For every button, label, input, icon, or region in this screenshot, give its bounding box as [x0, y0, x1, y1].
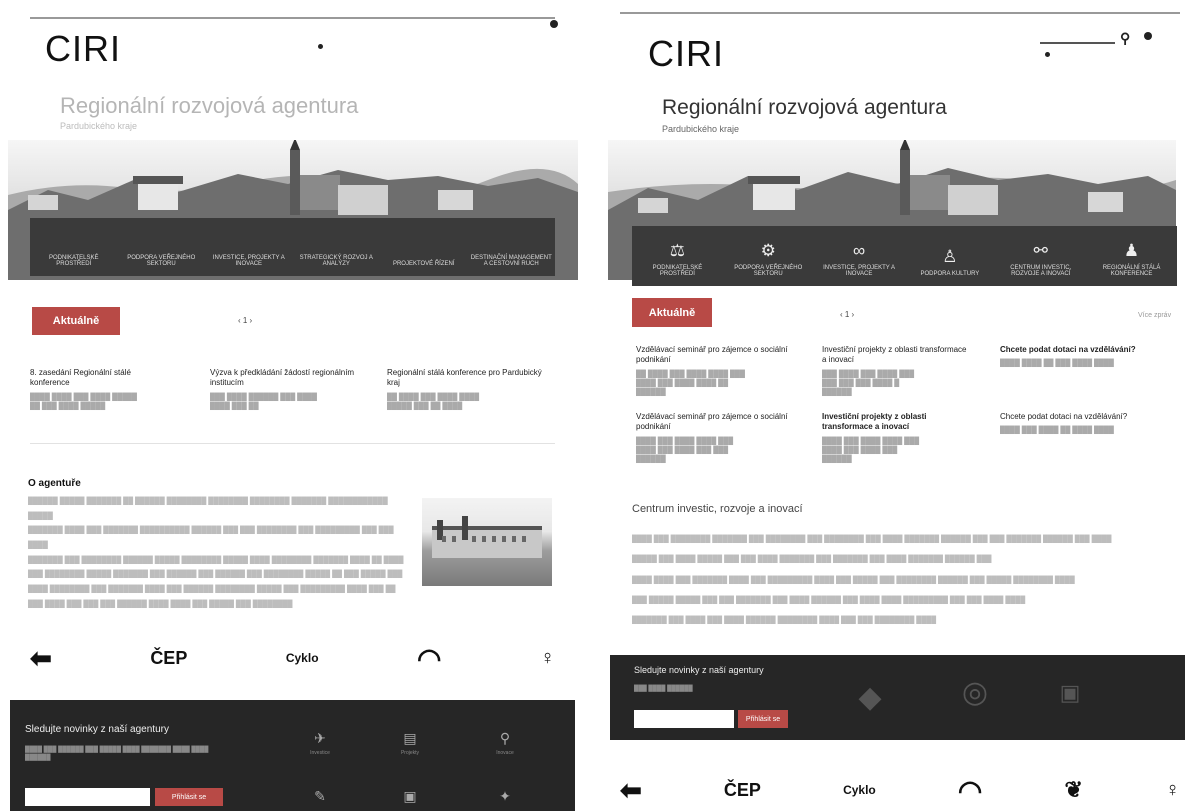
- home-icon[interactable]: [318, 44, 323, 49]
- page-right: ⚲ CIRI Regionální rozvojová agentura Par…: [600, 0, 1185, 811]
- subtitle: Pardubického kraje: [60, 121, 138, 131]
- nav-item-verejny-sektor[interactable]: Podpora veřejného sektoru: [118, 218, 206, 276]
- nav-item-kultura[interactable]: ♙ Podpora kultury: [904, 226, 995, 286]
- user-icon[interactable]: [1144, 32, 1152, 40]
- newsletter-email-input[interactable]: [634, 710, 734, 728]
- people-icon: ♟: [1123, 240, 1140, 260]
- partner-logo[interactable]: ČEP: [150, 648, 187, 669]
- partner-logo[interactable]: ČEP: [724, 780, 761, 801]
- tagline: Regionální rozvojová agentura: [662, 96, 947, 119]
- news-item[interactable]: Výzva k předkládání žádostí regionálním …: [210, 368, 360, 411]
- footer-label[interactable]: Inovace: [455, 750, 555, 756]
- footer-newsletter: Sledujte novinky z naší agentury ███ ███…: [610, 655, 1185, 740]
- footer-title: Sledujte novinky z naší agentury: [25, 724, 169, 735]
- footer-title: Sledujte novinky z naší agentury: [634, 665, 764, 675]
- footer-desc: ███ ████ ██████: [634, 686, 693, 692]
- page-left: CIRI Regionální rozvojová agentura Pardu…: [0, 0, 585, 811]
- partner-logo[interactable]: Cyklo: [843, 783, 876, 797]
- news-item[interactable]: Chcete podat dotaci na vzdělávání? ████ …: [1000, 412, 1175, 435]
- subtitle: Pardubického kraje: [662, 124, 740, 134]
- partner-logo[interactable]: ⬅: [30, 643, 52, 674]
- partner-logos: ⬅ ČEP Cyklo ◠ ❦ ♀: [620, 774, 1180, 807]
- divider: [30, 443, 555, 444]
- news-item[interactable]: 8. zasedání Regionální stálé konference …: [30, 368, 170, 411]
- nav-item-investice[interactable]: Investice, projekty a inovace: [205, 218, 293, 276]
- partner-logo[interactable]: ❦: [1064, 777, 1082, 803]
- news-pager[interactable]: ‹ 1 ›: [840, 310, 854, 319]
- footer-investice-icon[interactable]: ✈: [290, 730, 350, 747]
- home-icon[interactable]: [1045, 52, 1050, 57]
- news-item[interactable]: Regionální stálá konference pro Pardubic…: [387, 368, 547, 411]
- section-text: ████ ███ ████████ ███████ ███ ████████ █…: [632, 536, 1112, 625]
- newsletter-submit-button[interactable]: Přihlásit se: [738, 710, 788, 728]
- search-icon[interactable]: ⚲: [1120, 30, 1130, 47]
- footer-icon[interactable]: ✎: [290, 788, 350, 805]
- news-item[interactable]: Vzdělávací seminář pro zájemce o sociáln…: [636, 345, 796, 397]
- top-border: [30, 17, 555, 19]
- partner-logos: ⬅ ČEP Cyklo ◠ ♀: [30, 638, 555, 678]
- footer-icon[interactable]: ✦: [475, 788, 535, 805]
- logo[interactable]: CIRI: [45, 28, 121, 70]
- more-news-link[interactable]: Více zpráv: [1138, 312, 1171, 319]
- newsletter-email-input[interactable]: [25, 788, 150, 806]
- bell-icon: ♙: [942, 247, 958, 267]
- nav-item-podnikatelske[interactable]: Podnikatelské prostředí: [30, 218, 118, 276]
- partner-logo[interactable]: ♀: [540, 647, 555, 670]
- nav-item-destinacni[interactable]: Destinační management a cestovní ruch: [468, 218, 556, 276]
- search-input[interactable]: [1040, 42, 1115, 44]
- nav-item-podnikatelske[interactable]: ⚖ Podnikatelské prostředí: [632, 226, 723, 286]
- logo[interactable]: CIRI: [648, 33, 724, 75]
- nav-item-projektove-rizeni[interactable]: Projektové řízení: [380, 218, 468, 276]
- footer-newsletter: Sledujte novinky z naší agentury ████ ██…: [10, 700, 575, 811]
- scales-icon: ⚯: [1033, 240, 1048, 260]
- user-icon[interactable]: [550, 20, 558, 28]
- link-icon: ∞: [853, 240, 866, 260]
- partner-logo[interactable]: ◠: [417, 642, 441, 675]
- tagline: Regionální rozvojová agentura: [60, 93, 359, 118]
- partner-logo[interactable]: ⬅: [620, 775, 642, 806]
- main-nav: ⚖ Podnikatelské prostředí ⚙ Podpora veřejn…: [632, 226, 1177, 286]
- gear-icon: ⚙: [760, 240, 776, 260]
- aktualne-button[interactable]: Aktuálně: [32, 307, 120, 335]
- news-item[interactable]: Vzdělávací seminář pro zájemce o sociáln…: [636, 412, 796, 464]
- emblem-icon: ▣: [1059, 680, 1081, 705]
- nav-item-centrum[interactable]: ⚯ Centrum investic, rozvoje a inovací: [995, 226, 1086, 286]
- about-title: O agentuře: [28, 478, 81, 489]
- about-text: ██████ █████ ███████ ██ ██████ ████████ …: [28, 498, 404, 608]
- partner-logo[interactable]: Cyklo: [286, 651, 319, 665]
- nav-item-strategicky-rozvoj[interactable]: Strategický rozvoj a analýzy: [293, 218, 381, 276]
- newsletter-submit-button[interactable]: Přihlásit se: [155, 788, 223, 806]
- partner-logo[interactable]: ♀: [1165, 779, 1180, 802]
- top-border: [620, 12, 1180, 14]
- region-map-icon: ◆: [858, 681, 882, 714]
- nav-item-verejny-sektor[interactable]: ⚙ Podpora veřejného sektoru: [723, 226, 814, 286]
- section-title: Centrum investic, rozvoje a inovací: [632, 503, 803, 515]
- about-photo: [422, 498, 552, 586]
- nav-item-investice[interactable]: ∞ Investice, projekty a inovace: [814, 226, 905, 286]
- news-pager[interactable]: ‹ 1 ›: [238, 316, 252, 325]
- seal-icon: ◎: [961, 676, 989, 709]
- news-item[interactable]: Investiční projekty z oblasti transforma…: [822, 345, 972, 397]
- footer-desc: ████ ███ ██████ ███ █████ ████ ███████ █…: [25, 747, 209, 762]
- main-nav: Podnikatelské prostředí Podpora veřejnéh…: [30, 218, 555, 276]
- footer-label[interactable]: Investice: [270, 750, 370, 756]
- partner-logo[interactable]: ◠: [958, 774, 982, 807]
- chart-icon: ⚖: [669, 240, 686, 260]
- news-item[interactable]: Investiční projekty z oblasti transforma…: [822, 412, 972, 464]
- footer-icon[interactable]: ▣: [380, 788, 440, 805]
- footer-label[interactable]: Projekty: [360, 750, 460, 756]
- nav-item-stala-konference[interactable]: ♟ Regionální stálá konference: [1086, 226, 1177, 286]
- news-item[interactable]: Chcete podat dotaci na vzdělávání? ████ …: [1000, 345, 1175, 368]
- aktualne-button[interactable]: Aktuálně: [632, 298, 712, 327]
- footer-inovace-icon[interactable]: ⚲: [475, 730, 535, 747]
- footer-projekty-icon[interactable]: ▤: [380, 730, 440, 747]
